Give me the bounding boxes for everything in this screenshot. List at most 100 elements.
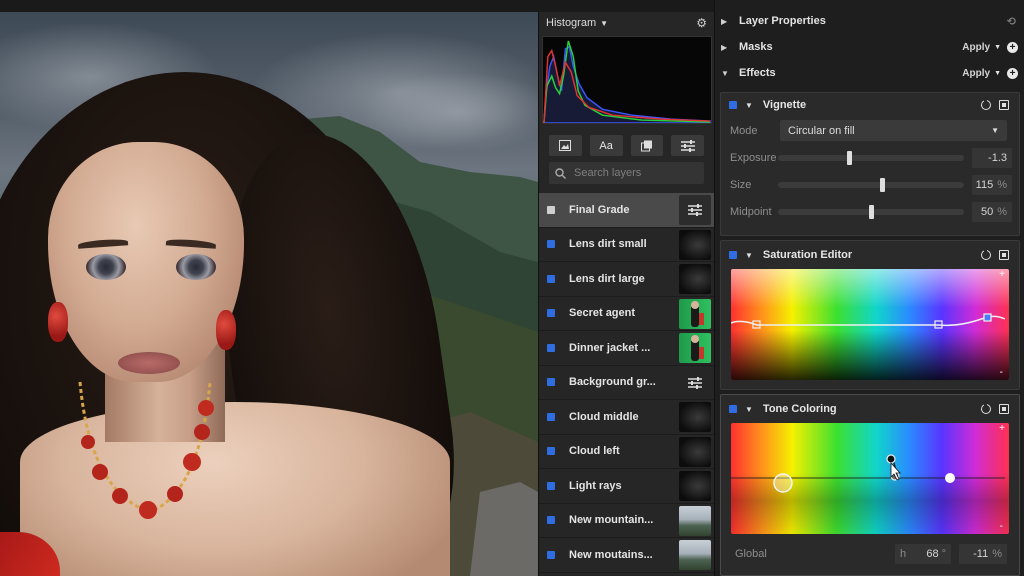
add-layer-button[interactable] [630,135,664,156]
layer-thumbnail[interactable] [679,471,711,501]
sliders-icon[interactable] [679,368,711,398]
hue-label: h [900,548,907,560]
layer-thumbnail[interactable] [679,264,711,294]
saturation-editor-effect: ▼ Saturation Editor + - [720,240,1020,390]
highlights-handle[interactable] [945,473,955,483]
midpoint-value: 50 [980,205,994,218]
layer-row[interactable]: Light rays [539,469,714,504]
exposure-field[interactable]: -1.3 [972,147,1012,168]
add-effect-button[interactable]: + [1007,67,1018,79]
layer-visibility-checkbox[interactable] [547,274,555,283]
section-layer-properties[interactable]: ▶ Layer Properties ⟲ [715,8,1024,34]
mask-icon[interactable] [999,100,1009,110]
add-mask-button[interactable]: + [1007,41,1018,53]
chevron-down-icon: ▼ [991,126,999,135]
sliders-icon[interactable] [679,195,711,225]
layer-thumbnail[interactable] [679,540,711,570]
layer-row[interactable]: Background gr... [539,366,714,400]
lips [118,352,180,374]
layer-row[interactable]: Dinner jacket ... [539,331,714,366]
midpoint-field[interactable]: 50% [972,201,1012,222]
chevron-down-icon[interactable]: ▼ [994,44,1001,51]
layer-row[interactable]: Cloud left [539,435,714,469]
mode-dropdown[interactable]: Circular on fill ▼ [780,120,1007,141]
mask-icon[interactable] [999,250,1009,260]
global-label: Global [735,548,767,560]
layer-name: Cloud left [569,445,620,458]
section-masks[interactable]: ▶ Masks Apply ▼ + [715,34,1024,60]
photo-canvas[interactable] [0,12,538,576]
saturation-field[interactable]: -11 % [959,544,1007,564]
midtones-handle[interactable] [886,454,896,464]
slider-knob[interactable] [869,204,874,219]
tone-coloring-effect: ▼ Tone Coloring + - Global h 68 ° -11 % [720,394,1020,576]
reset-icon[interactable]: ⟲ [1007,15,1016,28]
layer-name: Final Grade [569,203,630,216]
reset-icon[interactable] [981,249,991,260]
add-image-layer-button[interactable] [549,135,582,156]
reset-icon[interactable] [981,99,991,110]
mask-icon[interactable] [999,404,1009,414]
layer-row[interactable]: Cloud middle [539,400,714,435]
enable-checkbox[interactable] [729,251,737,259]
size-slider[interactable] [778,177,964,192]
gear-icon[interactable]: ⚙ [696,16,707,30]
add-adjustment-button[interactable] [671,135,704,156]
enable-checkbox[interactable] [729,405,737,413]
layer-visibility-checkbox[interactable] [547,481,555,490]
vignette-header[interactable]: ▼ Vignette [721,93,1019,117]
midpoint-slider[interactable] [778,204,964,219]
size-unit: % [997,178,1007,191]
chevron-down-icon[interactable]: ▼ [600,19,608,28]
chevron-down-icon[interactable]: ▼ [745,405,753,414]
tone-color-wheel[interactable]: + - [731,423,1009,534]
size-field[interactable]: 115% [972,174,1012,195]
layer-thumbnail[interactable] [679,229,711,260]
saturation-editor-header[interactable]: ▼ Saturation Editor [721,243,1019,267]
slider-knob[interactable] [880,177,886,192]
layer-row[interactable]: New moutains... [539,538,714,573]
saturation-curve-editor[interactable]: + - [731,269,1009,380]
add-text-layer-button[interactable]: Aa [589,135,623,156]
layer-row[interactable]: Final Grade [539,193,714,228]
search-layers[interactable] [549,162,704,184]
layer-thumbnail[interactable] [679,298,711,329]
layer-visibility-checkbox[interactable] [547,309,555,318]
layer-row[interactable]: New mountain... [539,504,714,538]
layer-visibility-checkbox[interactable] [547,412,555,421]
apply-button[interactable]: Apply [962,68,990,79]
shadows-handle[interactable] [773,473,793,493]
hue-field[interactable]: h 68 ° [895,544,951,564]
chevron-down-icon[interactable]: ▼ [745,101,753,110]
slider-knob[interactable] [846,150,852,165]
search-input[interactable] [574,167,694,179]
layer-row[interactable]: Lens dirt small [539,228,714,262]
reset-icon[interactable] [981,403,991,414]
layer-thumbnail[interactable] [679,436,711,467]
layer-row[interactable]: Lens dirt large [539,262,714,297]
layer-thumbnail[interactable] [679,402,711,432]
layer-visibility-checkbox[interactable] [547,240,555,249]
layer-visibility-checkbox[interactable] [547,343,555,352]
tone-coloring-header[interactable]: ▼ Tone Coloring [721,397,1019,421]
curve-point[interactable] [983,313,992,322]
enable-checkbox[interactable] [729,101,737,109]
layer-visibility-checkbox[interactable] [547,205,555,214]
chevron-down-icon[interactable]: ▼ [745,251,753,260]
exposure-value: -1.3 [988,151,1007,164]
layer-name: Cloud middle [569,410,639,423]
histogram-header[interactable]: Histogram ▼ ⚙ [539,12,714,34]
section-effects[interactable]: ▼ Effects Apply ▼ + [715,60,1024,86]
layer-visibility-checkbox[interactable] [547,378,555,387]
layers-icon [640,140,652,151]
chevron-right-icon: ▶ [721,16,728,26]
layer-row[interactable]: Secret agent [539,297,714,331]
layer-thumbnail[interactable] [679,333,711,363]
layer-visibility-checkbox[interactable] [547,550,555,559]
exposure-slider[interactable] [778,150,964,165]
apply-button[interactable]: Apply [962,42,990,53]
layer-visibility-checkbox[interactable] [547,447,555,456]
layer-thumbnail[interactable] [679,505,711,536]
layer-visibility-checkbox[interactable] [547,516,555,525]
chevron-down-icon[interactable]: ▼ [994,70,1001,77]
